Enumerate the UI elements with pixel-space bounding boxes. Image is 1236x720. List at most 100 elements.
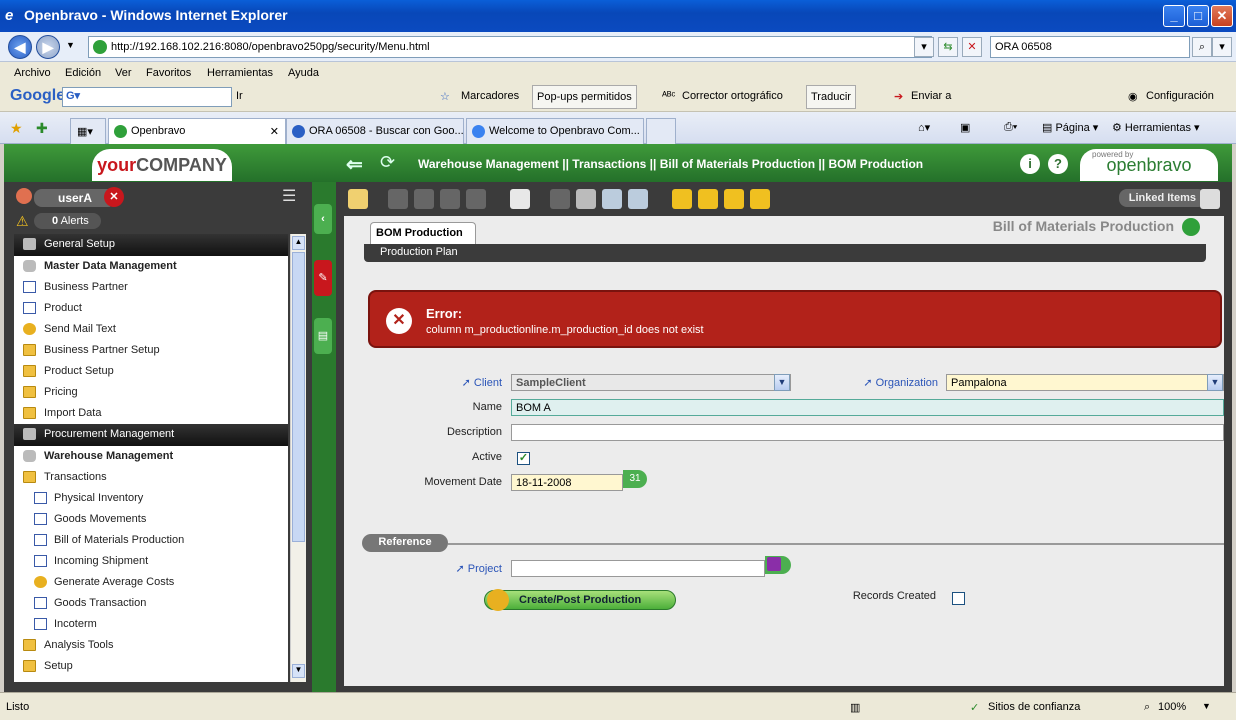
client-select[interactable]: SampleClient ▼ bbox=[511, 374, 791, 391]
back-button[interactable]: ◀ bbox=[8, 35, 32, 59]
project-search-icon[interactable] bbox=[765, 556, 791, 574]
search-options-icon[interactable]: ▾ bbox=[1212, 37, 1232, 57]
copy-icon[interactable] bbox=[466, 189, 486, 209]
back-arrow-icon[interactable]: ⇐ bbox=[346, 152, 363, 177]
popups-button[interactable]: Pop-ups permitidos bbox=[532, 85, 637, 109]
chevron-down-icon[interactable]: ▼ bbox=[774, 374, 790, 391]
menu-item[interactable]: Master Data Management bbox=[14, 256, 288, 277]
menu-item[interactable]: Incoterm bbox=[14, 614, 288, 635]
menu-item[interactable]: Incoming Shipment bbox=[14, 551, 288, 572]
project-label[interactable]: ➚ Project bbox=[444, 562, 502, 575]
menu-herramientas[interactable]: Herramientas bbox=[207, 67, 273, 79]
search-input[interactable]: ORA 06508 bbox=[990, 36, 1190, 58]
config-button[interactable]: Configuración bbox=[1146, 90, 1214, 102]
menu-item[interactable]: Transactions bbox=[14, 467, 288, 488]
linked-items-button[interactable]: Linked Items bbox=[1118, 189, 1206, 207]
audit-icon[interactable] bbox=[628, 189, 648, 209]
search-icon[interactable]: ⌕ bbox=[1192, 37, 1212, 57]
menu-item[interactable]: Warehouse Management bbox=[14, 446, 288, 467]
home-icon[interactable]: ⌂▾ bbox=[918, 121, 930, 134]
create-post-production-button[interactable]: Create/Post Production bbox=[484, 589, 676, 611]
menu-item[interactable]: Pricing bbox=[14, 382, 288, 403]
delete-icon[interactable] bbox=[510, 189, 530, 209]
attachment-icon[interactable] bbox=[576, 189, 596, 209]
collapse-left-icon[interactable]: ‹ bbox=[314, 204, 332, 234]
records-created-checkbox[interactable] bbox=[952, 592, 965, 605]
minimize-button[interactable]: _ bbox=[1163, 5, 1185, 27]
refresh-icon[interactable]: ⇆ bbox=[938, 37, 958, 57]
active-checkbox[interactable]: ✓ bbox=[517, 452, 530, 465]
search-record-icon[interactable] bbox=[602, 189, 622, 209]
menu-item[interactable]: Business Partner bbox=[14, 277, 288, 298]
tab-google[interactable]: ORA 06508 - Buscar con Goo... bbox=[286, 118, 464, 144]
close-tab-icon[interactable]: ✕ bbox=[270, 125, 279, 138]
menu-scrollbar[interactable]: ▲ ▼ bbox=[290, 234, 306, 682]
organization-select[interactable]: Pampalona ▼ bbox=[946, 374, 1224, 391]
save-close-icon[interactable] bbox=[440, 189, 460, 209]
organization-label[interactable]: ➚ Organization bbox=[844, 376, 938, 389]
help-icon[interactable]: ? bbox=[1048, 154, 1068, 174]
save-icon[interactable] bbox=[388, 189, 408, 209]
tab-welcome[interactable]: Welcome to Openbravo Com... bbox=[466, 118, 644, 144]
chevron-down-icon[interactable]: ▼ bbox=[1207, 374, 1223, 391]
stop-icon[interactable]: ✕ bbox=[962, 37, 982, 57]
previous-record-icon[interactable] bbox=[698, 189, 718, 209]
tab-bom-production[interactable]: BOM Production bbox=[370, 222, 476, 244]
quick-tabs-button[interactable]: ▦▾ bbox=[70, 118, 106, 144]
google-go-button[interactable]: Ir bbox=[236, 90, 243, 102]
feeds-icon[interactable]: ▣ bbox=[960, 121, 970, 134]
menu-item[interactable]: Bill of Materials Production bbox=[14, 530, 288, 551]
new-record-icon[interactable] bbox=[348, 189, 368, 209]
logout-icon[interactable]: ✕ bbox=[104, 187, 124, 207]
menu-item[interactable]: Goods Transaction bbox=[14, 593, 288, 614]
last-record-icon[interactable] bbox=[750, 189, 770, 209]
spellcheck-button[interactable]: Corrector ortográfico bbox=[682, 90, 783, 102]
translate-button[interactable]: Traducir bbox=[806, 85, 856, 109]
menu-section[interactable]: General Setup bbox=[14, 234, 288, 256]
menu-favoritos[interactable]: Favoritos bbox=[146, 67, 191, 79]
scroll-up-icon[interactable]: ▲ bbox=[292, 236, 305, 250]
print-icon[interactable]: ⎙▾ bbox=[1004, 121, 1017, 134]
send-to-button[interactable]: Enviar a bbox=[911, 90, 951, 102]
menu-item[interactable]: Physical Inventory bbox=[14, 488, 288, 509]
favorites-star-icon[interactable]: ★ bbox=[10, 120, 23, 137]
movement-date-input[interactable]: 18-11-2008 bbox=[511, 474, 623, 491]
menu-item[interactable]: Product bbox=[14, 298, 288, 319]
collapse-menu-icon[interactable]: ☰ bbox=[282, 186, 296, 206]
menu-edicion[interactable]: Edición bbox=[65, 67, 101, 79]
grid-view-icon[interactable]: ▤ bbox=[314, 318, 332, 354]
history-dropdown-icon[interactable]: ▼ bbox=[66, 40, 75, 50]
forward-button[interactable]: ▶ bbox=[36, 35, 60, 59]
menu-ver[interactable]: Ver bbox=[115, 67, 132, 79]
menu-item[interactable]: Goods Movements bbox=[14, 509, 288, 530]
edit-view-icon[interactable]: ✎ bbox=[314, 260, 332, 296]
info-icon[interactable]: i bbox=[1020, 154, 1040, 174]
undo-icon[interactable] bbox=[550, 189, 570, 209]
menu-item[interactable]: Analysis Tools bbox=[14, 635, 288, 656]
menu-item[interactable]: Product Setup bbox=[14, 361, 288, 382]
menu-item[interactable]: Business Partner Setup bbox=[14, 340, 288, 361]
menu-item[interactable]: Import Data bbox=[14, 403, 288, 424]
menu-archivo[interactable]: Archivo bbox=[14, 67, 51, 79]
project-input[interactable] bbox=[511, 560, 765, 577]
menu-item[interactable]: Send Mail Text bbox=[14, 319, 288, 340]
tools-menu[interactable]: ⚙ Herramientas ▾ bbox=[1112, 121, 1200, 134]
url-dropdown-icon[interactable]: ▾ bbox=[914, 37, 934, 57]
refresh-app-icon[interactable]: ⟳ bbox=[380, 152, 395, 173]
zoom-level[interactable]: 100% bbox=[1158, 701, 1186, 713]
next-record-icon[interactable] bbox=[724, 189, 744, 209]
zoom-dropdown-icon[interactable]: ▼ bbox=[1202, 701, 1211, 711]
add-favorite-icon[interactable]: ✚ bbox=[36, 120, 48, 137]
bookmarks-button[interactable]: Marcadores bbox=[461, 90, 519, 102]
maximize-button[interactable]: □ bbox=[1187, 5, 1209, 27]
menu-ayuda[interactable]: Ayuda bbox=[288, 67, 319, 79]
client-label[interactable]: ➚ Client bbox=[444, 376, 502, 389]
page-menu[interactable]: ▤ Página ▾ bbox=[1042, 121, 1098, 134]
subtab-production-plan[interactable]: Production Plan bbox=[364, 244, 1206, 262]
description-input[interactable] bbox=[511, 424, 1224, 441]
scroll-thumb[interactable] bbox=[292, 252, 305, 542]
google-search-input[interactable]: G▾ bbox=[62, 87, 232, 107]
calendar-icon[interactable]: 31 bbox=[623, 470, 647, 488]
linked-items-icon[interactable] bbox=[1200, 189, 1220, 209]
name-input[interactable]: BOM A bbox=[511, 399, 1224, 416]
